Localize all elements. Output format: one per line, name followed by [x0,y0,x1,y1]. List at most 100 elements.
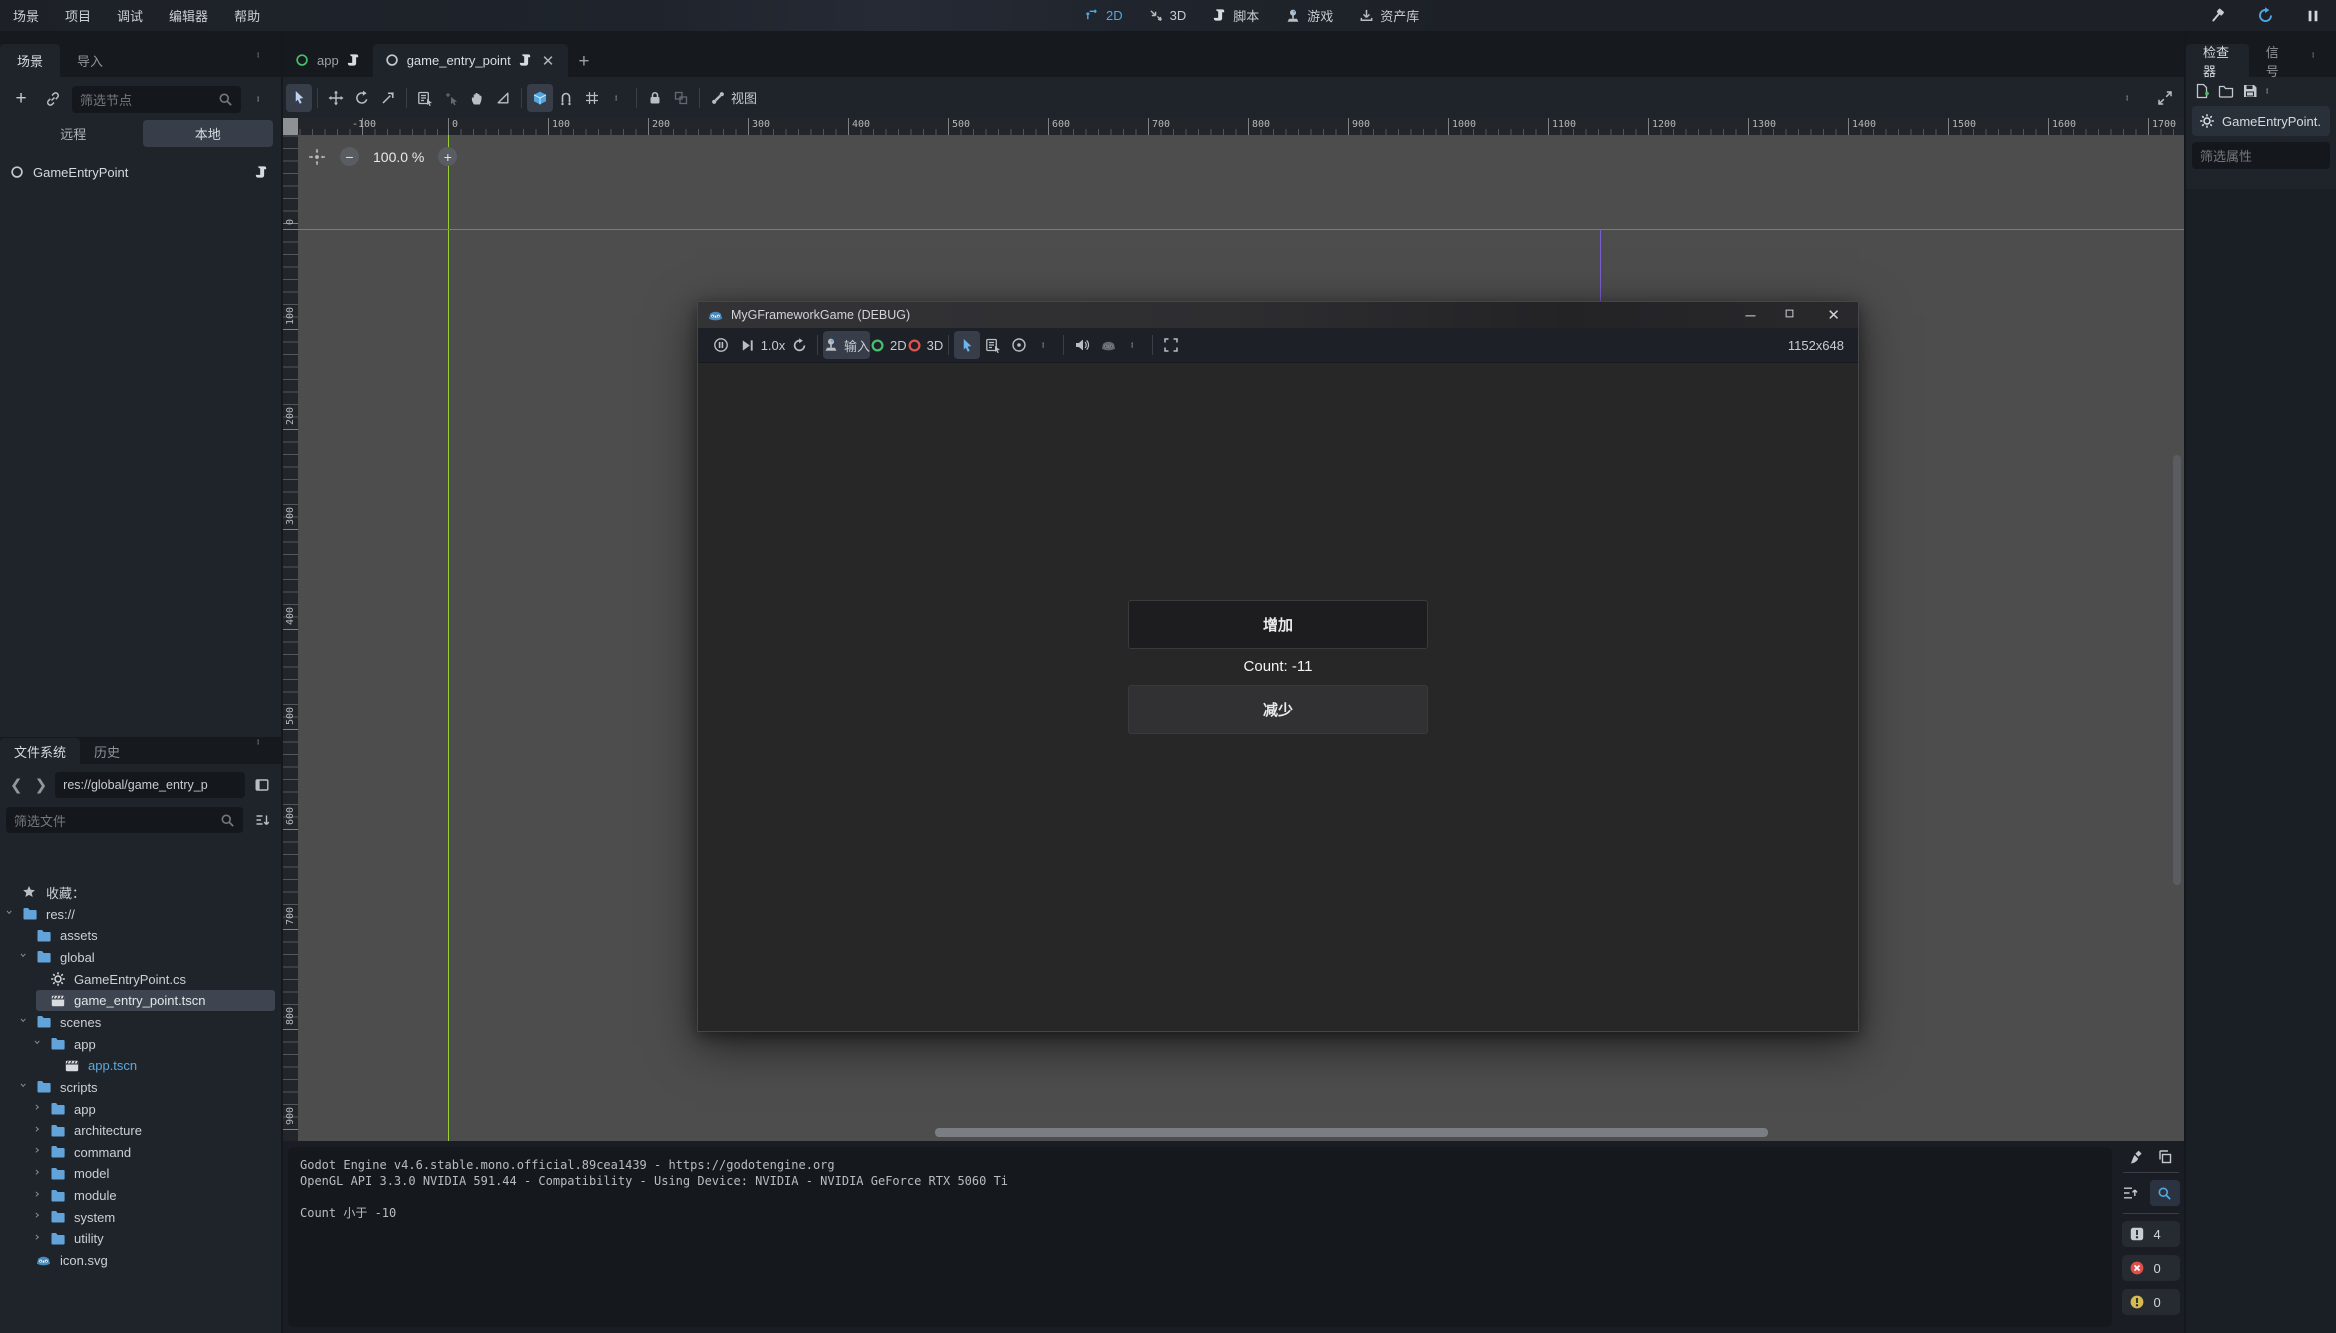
file-tree-row-app[interactable]: app [0,1034,281,1055]
chevron-down-icon[interactable] [20,1017,30,1027]
chevron-down-icon[interactable] [6,909,16,919]
workspace-脚本-button[interactable]: 脚本 [1212,6,1259,25]
game-window-titlebar[interactable]: MyGFrameworkGame (DEBUG) ─ ✕ [698,302,1858,328]
workspace-资产库-button[interactable]: 资产库 [1359,6,1419,25]
next-frame-button[interactable] [734,331,760,359]
file-tree-row-app[interactable]: app [0,1099,281,1120]
scene-dock-tabs-menu-button[interactable] [247,41,273,69]
inspector-tab-检查器[interactable]: 检查器 [2186,44,2249,77]
fs-dock-tab-历史[interactable]: 历史 [80,738,134,764]
new-resource-icon[interactable] [2194,83,2210,99]
workspace-3d-button[interactable]: 3D [1149,8,1187,23]
new-scene-tab-button[interactable]: + [568,51,599,77]
error-badge-toggle[interactable]: 0 [2122,1255,2180,1281]
ring-button[interactable]: 2D [870,331,907,359]
file-tree-row-scenes[interactable]: scenes [0,1012,281,1033]
chevron-right-icon[interactable] [34,1234,44,1244]
nav-back-button[interactable]: ❮ [6,776,27,794]
horizontal-scrollbar[interactable] [935,1128,1768,1137]
local-toggle[interactable]: 本地 [143,120,274,147]
chevron-down-icon[interactable] [20,1082,30,1092]
chevron-down-icon[interactable] [34,1039,44,1049]
script-icon[interactable] [518,53,533,68]
zoom-in-button[interactable]: + [438,147,457,166]
scene-dock-tab-导入[interactable]: 导入 [60,44,120,77]
scene-dock-tab-场景[interactable]: 场景 [0,44,60,77]
snap-magnet-button[interactable] [553,84,579,112]
fullscreen-button[interactable] [1158,331,1184,359]
file-tree-row-global[interactable]: global [0,947,281,968]
warning-badge-toggle[interactable]: 0 [2122,1289,2180,1315]
list-select-button[interactable] [412,84,438,112]
file-tree-row-utility[interactable]: utility [0,1228,281,1249]
file-tree-row-system[interactable]: system [0,1207,281,1228]
scene-tree-menu-button[interactable] [247,85,273,113]
file-tree-row-GameEntryPoint.cs[interactable]: GameEntryPoint.cs [0,969,281,990]
dots-v-button[interactable] [1032,331,1058,359]
inspector-menu-icon[interactable] [2266,83,2272,99]
select-arrow-button[interactable] [286,84,312,112]
instance-scene-button[interactable] [40,85,66,113]
chevron-right-icon[interactable] [34,1147,44,1157]
snap-cursor-button[interactable] [438,84,464,112]
filter-files-input[interactable]: 筛选文件 [6,807,243,833]
chevron-down-icon[interactable] [20,952,30,962]
game-viewport[interactable]: 增加 Count: -11 减少 [698,363,1858,1031]
inspector-tab-信号[interactable]: 信号 [2249,44,2302,77]
chevron-right-icon[interactable] [34,1191,44,1201]
toolbar2d-button[interactable]: 视图 [731,84,757,112]
edited-object-button[interactable]: GameEntryPoint. [2192,106,2330,136]
search-output-button[interactable] [2150,1180,2180,1206]
godot-head-button[interactable] [1095,331,1121,359]
bone-button[interactable] [705,84,731,112]
file-tree-row-res[interactable]: res:// [0,904,281,925]
smart-snap-cube-button[interactable] [527,84,553,112]
zoom-percent-button[interactable]: 100.0 % [373,149,424,165]
vertical-scrollbar[interactable] [2173,455,2181,885]
circle-dot-button[interactable] [1006,331,1032,359]
minimize-button[interactable]: ─ [1746,307,1756,323]
scene-tab-game_entry_point[interactable]: game_entry_point✕ [373,44,569,77]
current-path-field[interactable]: res://global/game_entry_p [55,772,245,798]
filter-properties-input[interactable]: 筛选属性 [2192,142,2330,169]
decrease-button[interactable]: 减少 [1128,685,1428,734]
menu-item-5[interactable]: 帮助 [221,0,273,31]
file-tree-row-command[interactable]: command [0,1142,281,1163]
copy-output-icon[interactable] [2157,1149,2173,1165]
chevron-right-icon[interactable] [34,1104,44,1114]
file-tree-row-app.tscn[interactable]: app.tscn [0,1055,281,1076]
fs-dock-tab-文件系统[interactable]: 文件系统 [0,738,80,764]
pause-button[interactable] [2300,2,2326,30]
workspace-游戏-button[interactable]: 游戏 [1285,6,1333,25]
pause-circle-button[interactable] [708,331,734,359]
file-tree-row-module[interactable]: module [0,1185,281,1206]
reload-button[interactable] [2252,2,2278,30]
chevron-right-icon[interactable] [34,1212,44,1222]
chevron-right-icon[interactable] [34,1126,44,1136]
menu-item-4[interactable]: 编辑器 [156,0,221,31]
maximize-button[interactable] [1785,309,1797,321]
filter-nodes-input[interactable]: 筛选节点 [72,86,241,113]
dots-v-button[interactable] [605,84,631,112]
sort-files-button[interactable] [249,806,275,834]
save-resource-icon[interactable] [2242,83,2258,99]
file-tree-row-[interactable]: 收藏： [0,882,281,903]
workspace-2d-button[interactable]: 2D [1085,8,1123,23]
remote-toggle[interactable]: 远程 [8,120,139,147]
file-tree-row-icon.svg[interactable]: icon.svg [0,1250,281,1271]
lock-button[interactable] [642,84,668,112]
chevron-right-icon[interactable] [34,1169,44,1179]
collapse-tree-icon[interactable] [2122,1185,2138,1201]
ring-button[interactable]: 3D [907,331,944,359]
file-tree-row-model[interactable]: model [0,1163,281,1184]
speed-label[interactable]: 1.0x [760,331,786,359]
file-tree-row-assets[interactable]: assets [0,925,281,946]
select-arrow-button[interactable] [954,331,980,359]
close-tab-icon[interactable]: ✕ [540,52,557,70]
zoom-out-button[interactable]: − [340,147,359,166]
dots-v-button[interactable] [1121,331,1147,359]
add-node-button[interactable]: + [8,85,34,113]
file-tree-row-gameentrypoint.tscn[interactable]: game_entry_point.tscn [0,990,281,1011]
scene-tree-node-root[interactable]: GameEntryPoint [0,160,281,184]
group-button[interactable] [668,84,694,112]
